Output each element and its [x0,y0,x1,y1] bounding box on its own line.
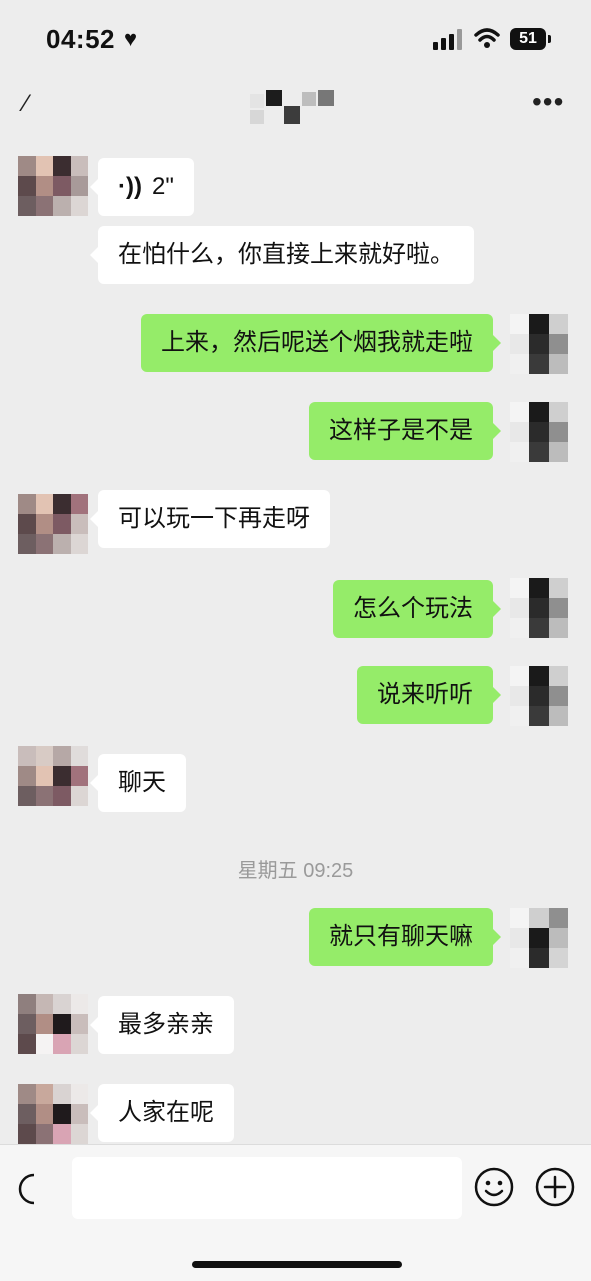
message-bubble[interactable]: 聊天 [90,754,186,812]
message-bubble[interactable]: 说来听听 [357,666,501,724]
more-options-icon[interactable]: ••• [532,86,564,118]
my-avatar[interactable] [510,908,568,968]
message-input[interactable] [72,1157,462,1219]
contact-name-mosaic [250,90,334,124]
message-bubble[interactable]: 在怕什么，你直接上来就好啦。 [90,226,474,284]
message-bubble[interactable]: 人家在呢 [90,1084,234,1142]
contact-avatar[interactable] [18,994,88,1054]
battery-indicator: 51 [510,28,546,50]
message-bubble[interactable]: 就只有聊天嘛 [309,908,501,966]
message-bubble[interactable]: 这样子是不是 [309,402,501,460]
my-avatar[interactable] [510,314,568,374]
home-indicator [192,1261,402,1268]
wifi-icon [474,28,500,48]
message-bubble[interactable]: 上来，然后呢送个烟我就走啦 [141,314,501,372]
my-avatar[interactable] [510,666,568,726]
voice-input-icon[interactable] [14,1167,54,1207]
battery-tip [548,35,551,43]
message-bubble[interactable]: 怎么个玩法 [333,580,501,638]
input-bar [0,1144,591,1281]
smiley-icon[interactable] [474,1167,514,1207]
message-list: ·)) 2" 在怕什么，你直接上来就好啦。 上来，然后呢送个烟我就走啦 这样子是不… [0,140,591,1144]
contact-avatar[interactable] [18,746,88,806]
voice-message-bubble[interactable]: ·)) 2" [90,158,194,216]
back-icon[interactable]: ⁄ [24,90,28,118]
chat-header: ⁄ ••• [0,80,591,136]
message-bubble[interactable]: 最多亲亲 [90,996,234,1054]
my-avatar[interactable] [510,578,568,638]
plus-circle-icon[interactable] [535,1167,575,1207]
contact-avatar[interactable] [18,1084,88,1144]
message-timestamp: 星期五 09:25 [237,860,354,882]
message-bubble[interactable]: 可以玩一下再走呀 [90,490,330,548]
my-avatar[interactable] [510,402,568,462]
signal-icon [433,29,462,50]
status-bar: 04:52 ♥ 51 [0,0,591,80]
voice-wave-icon: ·)) [118,173,142,200]
voice-duration: 2" [151,173,174,200]
contact-avatar[interactable] [18,494,88,554]
heart-icon: ♥ [124,26,138,51]
status-time: 04:52 [46,24,115,54]
contact-avatar[interactable] [18,156,88,216]
